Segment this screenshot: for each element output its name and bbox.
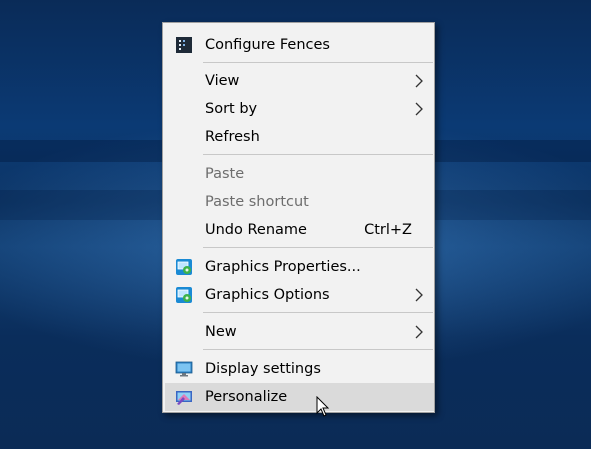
chevron-right-icon [415, 102, 423, 116]
menu-item-label: View [205, 73, 240, 89]
menu-item-label: Configure Fences [205, 37, 330, 53]
menu-item-label: Graphics Properties... [205, 259, 361, 275]
menu-separator [203, 62, 433, 63]
chevron-right-icon [415, 325, 423, 339]
menu-item-label: Graphics Options [205, 287, 330, 303]
menu-item-label: Refresh [205, 129, 260, 145]
personalize-icon [176, 391, 192, 405]
menu-item-paste[interactable]: Paste [165, 160, 434, 188]
menu-item-display-settings[interactable]: Display settings [165, 355, 434, 383]
menu-item-undo-rename[interactable]: Undo Rename Ctrl+Z [165, 216, 434, 244]
intel-graphics-icon [176, 287, 192, 303]
menu-item-graphics-properties[interactable]: Graphics Properties... [165, 253, 434, 281]
display-monitor-icon [175, 361, 193, 377]
menu-item-label: Display settings [205, 361, 321, 377]
menu-item-new[interactable]: New [165, 318, 434, 346]
menu-separator [203, 349, 433, 350]
mouse-cursor-icon [316, 396, 330, 417]
menu-separator [203, 312, 433, 313]
menu-item-paste-shortcut[interactable]: Paste shortcut [165, 188, 434, 216]
menu-item-label: Paste [205, 166, 245, 182]
intel-graphics-icon [176, 259, 192, 275]
desktop-context-menu: Configure Fences View Sort by Refresh Pa… [162, 22, 435, 413]
menu-separator [203, 154, 433, 155]
menu-item-graphics-options[interactable]: Graphics Options [165, 281, 434, 309]
menu-item-refresh[interactable]: Refresh [165, 123, 434, 151]
chevron-right-icon [415, 288, 423, 302]
menu-item-label: Paste shortcut [205, 194, 309, 210]
chevron-right-icon [415, 74, 423, 88]
menu-item-personalize[interactable]: Personalize [165, 383, 434, 411]
menu-item-view[interactable]: View [165, 67, 434, 95]
menu-item-label: Undo Rename [205, 222, 307, 238]
fences-icon [176, 37, 192, 53]
menu-item-label: Personalize [205, 389, 288, 405]
menu-separator [203, 247, 433, 248]
menu-item-label: Sort by [205, 101, 258, 117]
menu-item-sort-by[interactable]: Sort by [165, 95, 434, 123]
keyboard-shortcut: Ctrl+Z [364, 222, 412, 238]
menu-item-label: New [205, 324, 237, 340]
menu-item-configure-fences[interactable]: Configure Fences [165, 31, 434, 59]
